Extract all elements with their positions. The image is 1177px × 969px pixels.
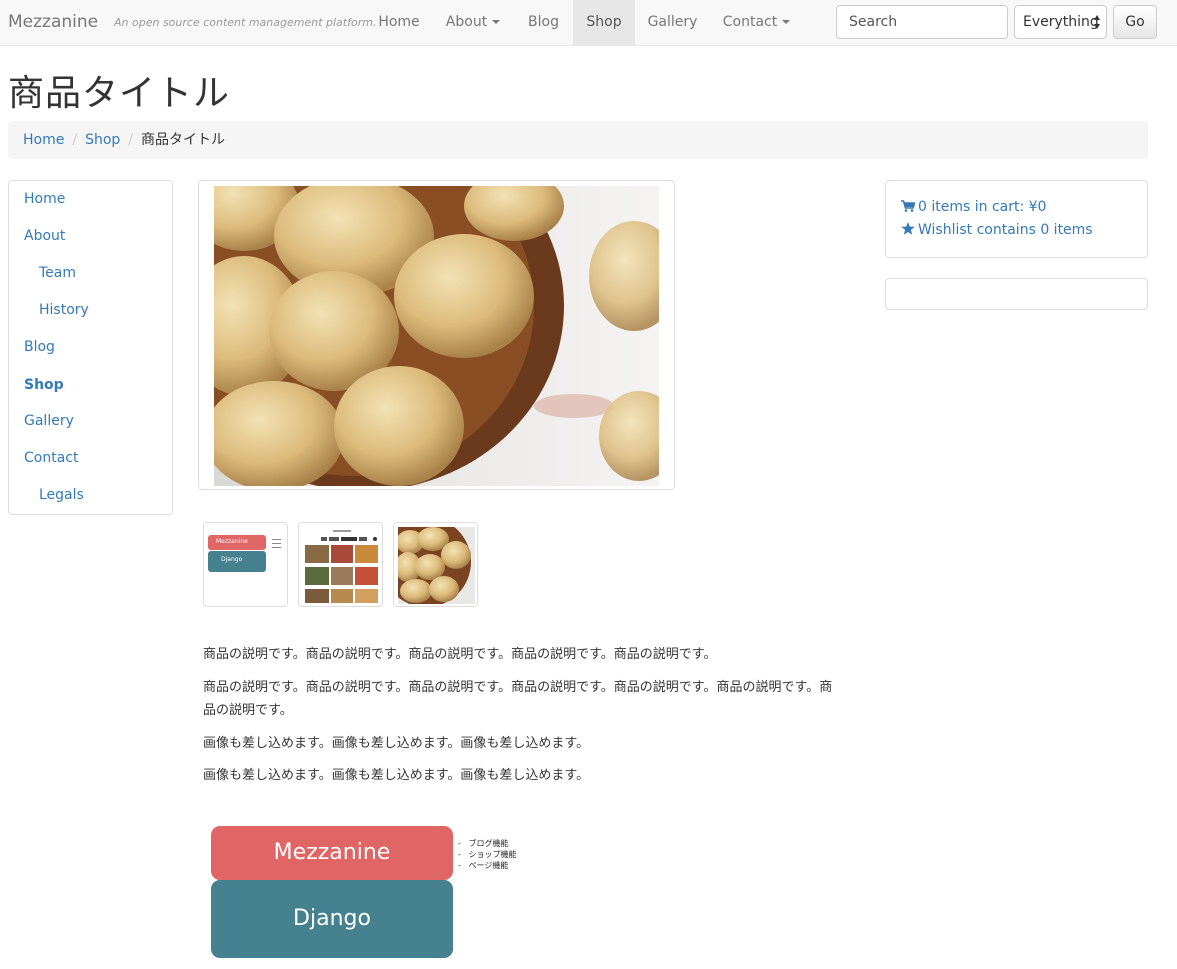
chevron-down-icon (782, 20, 791, 24)
breadcrumb-shop[interactable]: Shop (85, 132, 120, 148)
sidebar-nav: Home About Team History Blog Shop Galler… (8, 180, 173, 515)
nav-shop-label: Shop (586, 14, 622, 30)
nav-shop[interactable]: Shop (573, 0, 635, 46)
potatoes-thumbnail-image (398, 527, 475, 604)
diagram-bullet: - ページ機能 (458, 861, 509, 870)
nav-blog-label: Blog (528, 14, 559, 30)
cart-link[interactable]: 0 items in cart: ¥0 (901, 199, 1046, 215)
nav-home[interactable]: Home (366, 0, 432, 46)
search-go-button[interactable]: Go (1113, 5, 1157, 39)
diagram-bullet-text: ブログ機能 (468, 839, 509, 848)
potatoes-image (214, 186, 659, 486)
nav-about-label: About (445, 14, 488, 30)
nav-home-label: Home (378, 14, 420, 30)
nav-about[interactable]: About (432, 0, 514, 46)
product-main-image[interactable] (198, 180, 675, 490)
thumbnail-website[interactable] (298, 522, 383, 607)
sidebar-item-shop[interactable]: Shop (24, 377, 64, 393)
thumb-django-label: Django (221, 556, 243, 563)
wishlist-summary-text: Wishlist contains 0 items (918, 222, 1093, 238)
sidebar-item-home[interactable]: Home (24, 191, 65, 207)
breadcrumb-home[interactable]: Home (23, 132, 64, 148)
nav-gallery-label: Gallery (647, 14, 698, 30)
cart-panel: 0 items in cart: ¥0 Wishlist contains 0 … (885, 180, 1148, 258)
search-input[interactable] (836, 5, 1008, 39)
sidebar-item-history[interactable]: History (39, 302, 89, 318)
sidebar-item-gallery[interactable]: Gallery (24, 413, 74, 429)
nav-contact-label: Contact (722, 14, 778, 30)
diagram-bullet-text: ショップ機能 (468, 850, 517, 859)
website-thumbnail-image (303, 527, 380, 604)
diagram-mezzanine-box: Mezzanine (211, 826, 453, 880)
diagram-bullet: - ショップ機能 (458, 850, 517, 859)
wishlist-link[interactable]: Wishlist contains 0 items (901, 222, 1093, 238)
thumb-mezzanine-label: Mezzanine (216, 538, 248, 545)
site-tagline: An open source content management platfo… (114, 16, 377, 29)
breadcrumb: Home / Shop / 商品タイトル (8, 121, 1148, 159)
sidebar-item-team[interactable]: Team (39, 265, 76, 281)
description-paragraph: 画像も差し込めます。画像も差し込めます。画像も差し込めます。 (203, 768, 590, 783)
sidebar-item-contact[interactable]: Contact (24, 450, 78, 466)
select-arrows-icon (1094, 15, 1101, 29)
nav-gallery[interactable]: Gallery (635, 0, 710, 46)
sidebar-item-about[interactable]: About (24, 228, 65, 244)
diagram-bullet-text: ページ機能 (468, 861, 509, 870)
description-paragraph: 商品の説明です。商品の説明です。商品の説明です。商品の説明です。商品の説明です。… (203, 680, 833, 718)
breadcrumb-separator: / (72, 132, 78, 148)
breadcrumb-separator: / (128, 132, 133, 148)
navbar: Mezzanine An open source content managem… (0, 0, 1177, 46)
sidebar-item-blog[interactable]: Blog (24, 339, 55, 355)
shopping-cart-icon (901, 200, 916, 212)
star-icon (901, 222, 915, 235)
description-paragraph: 画像も差し込めます。画像も差し込めます。画像も差し込めます。 (203, 736, 590, 751)
search-scope-select[interactable]: Everything (1014, 5, 1107, 39)
empty-panel (885, 278, 1148, 310)
thumbnail-potatoes[interactable] (393, 522, 478, 607)
description-paragraph: 商品の説明です。商品の説明です。商品の説明です。商品の説明です。商品の説明です。 (203, 647, 717, 662)
thumbnail-diagram[interactable]: Mezzanine Django (203, 522, 288, 607)
breadcrumb-current: 商品タイトル (141, 132, 225, 148)
page-title: 商品タイトル (8, 73, 231, 114)
chevron-down-icon (492, 20, 501, 24)
brand-link[interactable]: Mezzanine (8, 12, 98, 32)
sidebar-item-legals[interactable]: Legals (39, 487, 84, 503)
diagram-bullet: - ブログ機能 (458, 839, 509, 848)
nav-contact[interactable]: Contact (710, 0, 803, 46)
nav-blog[interactable]: Blog (514, 0, 573, 46)
diagram-django-box: Django (211, 880, 453, 958)
search-scope-value: Everything (1023, 14, 1099, 30)
cart-summary-text: 0 items in cart: ¥0 (918, 199, 1047, 215)
diagram-bullet-list: - ブログ機能 - ショップ機能 - ページ機能 (458, 838, 517, 871)
